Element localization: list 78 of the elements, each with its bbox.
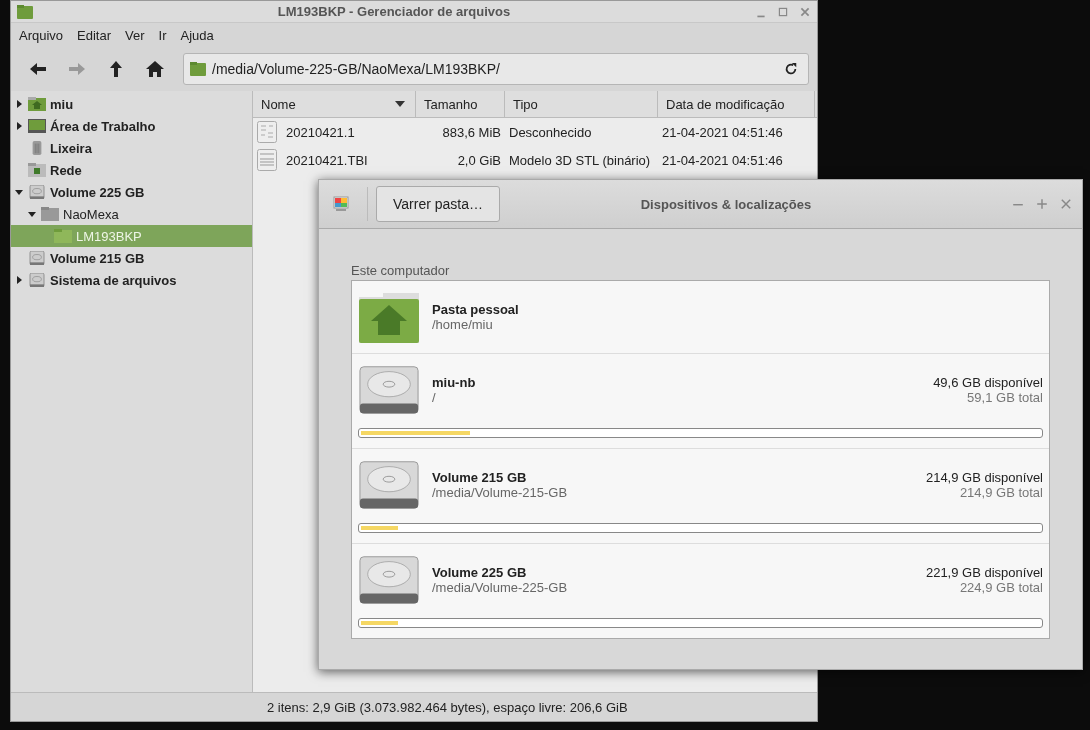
folder-icon	[190, 62, 206, 76]
folder-icon	[41, 207, 59, 221]
sidebar-item[interactable]: Rede	[11, 159, 252, 181]
place-path: /media/Volume-215-GB	[432, 485, 569, 500]
column-header[interactable]: Tipo	[505, 91, 658, 117]
hard-drive-icon	[358, 364, 420, 416]
free-space: 221,9 GB disponível	[925, 565, 1043, 580]
table-cell: 2,0 GiB	[457, 152, 501, 168]
location-field[interactable]: /media/Volume-225-GB/NaoMexa/LM193BKP/	[183, 53, 809, 85]
sidebar-item[interactable]: miu	[11, 93, 252, 115]
menu-item[interactable]: Editar	[77, 27, 112, 43]
sort-arrow-icon	[395, 101, 405, 107]
menu-item[interactable]: Ajuda	[180, 27, 214, 43]
menu-item[interactable]: Ir	[158, 27, 167, 43]
column-header[interactable]: Tamanho	[416, 91, 505, 117]
table-cell: 21-04-2021 04:51:46	[662, 124, 783, 140]
section-label: Este computador	[351, 263, 451, 278]
table-cell: Desconhecido	[509, 124, 592, 140]
hard-drive-icon	[28, 251, 46, 265]
hard-drive-icon	[28, 185, 46, 199]
expanded-arrow-icon[interactable]	[15, 188, 23, 196]
folder-icon	[17, 4, 33, 19]
hard-drive-icon	[358, 554, 420, 606]
collapsed-arrow-icon[interactable]	[15, 122, 23, 130]
hard-drive-icon	[28, 273, 46, 287]
window-title: LM193BKP - Gerenciador de arquivos	[276, 4, 512, 19]
column-header[interactable]: Data de modificação	[658, 91, 815, 117]
binary-file-icon	[257, 121, 277, 143]
home-folder-icon	[28, 97, 46, 111]
place-path: /home/miu	[432, 317, 494, 332]
close-icon[interactable]	[799, 5, 811, 18]
refresh-icon[interactable]	[784, 62, 798, 76]
place-item[interactable]: Volume 225 GB /media/Volume-225-GB 221,9 GB disponível 224,9 GB total	[352, 544, 1049, 638]
collapsed-arrow-icon[interactable]	[15, 100, 23, 108]
menu-item[interactable]: Arquivo	[19, 27, 64, 43]
hard-drive-icon	[358, 459, 420, 511]
sidebar-item[interactable]: Sistema de arquivos	[11, 269, 252, 291]
table-cell: 20210421.TBI	[286, 152, 368, 168]
back-arrow-icon[interactable]	[29, 60, 47, 78]
place-name: Volume 225 GB	[432, 565, 528, 580]
place-name: miu-nb	[432, 375, 477, 390]
home-icon[interactable]	[146, 60, 164, 78]
network-folder-icon	[28, 163, 46, 177]
table-cell: Modelo 3D STL (binário)	[509, 152, 651, 168]
place-name: Volume 215 GB	[432, 470, 528, 485]
sidebar-item[interactable]: Lixeira	[11, 137, 252, 159]
place-item[interactable]: Volume 215 GB /media/Volume-215-GB 214,9 GB disponível 214,9 GB total	[352, 449, 1049, 544]
sidebar-item[interactable]: NaoMexa	[11, 203, 252, 225]
place-item[interactable]: Pasta pessoal /home/miu	[352, 281, 1049, 354]
sidebar-item[interactable]: Volume 215 GB	[11, 247, 252, 269]
status-bar-text: 2 itens: 2,9 GiB (3.073.982.464 bytes), espaço livre: 206,6 GiB	[267, 699, 628, 715]
table-cell: 883,6 MiB	[442, 124, 501, 140]
sidebar-item[interactable]: Volume 225 GB	[11, 181, 252, 203]
collapsed-arrow-icon[interactable]	[15, 276, 23, 284]
expanded-arrow-icon[interactable]	[28, 210, 36, 218]
home-folder-icon	[358, 291, 420, 343]
place-path: /media/Volume-225-GB	[432, 580, 569, 595]
total-space: 59,1 GB total	[967, 390, 1043, 405]
disk-usage-app-icon	[333, 196, 349, 212]
desktop-icon	[28, 119, 46, 133]
folder-icon	[54, 229, 72, 243]
menu-item[interactable]: Ver	[125, 27, 145, 43]
up-arrow-icon[interactable]	[107, 60, 125, 78]
maximize-icon[interactable]	[777, 5, 789, 18]
scan-folder-button[interactable]: Varrer pasta…	[376, 186, 500, 222]
table-cell: 21-04-2021 04:51:46	[662, 152, 783, 168]
column-header[interactable]: Nome	[253, 91, 416, 117]
place-path: /	[432, 390, 437, 405]
place-name: Pasta pessoal	[432, 302, 520, 317]
table-cell: 20210421.1	[286, 124, 355, 140]
free-space: 49,6 GB disponível	[933, 375, 1043, 390]
text-file-icon	[257, 149, 277, 171]
window-title: Dispositivos & localizações	[639, 196, 813, 212]
sidebar-item[interactable]: Área de Trabalho	[11, 115, 252, 137]
place-item[interactable]: miu-nb / 49,6 GB disponível 59,1 GB total	[352, 354, 1049, 449]
total-space: 214,9 GB total	[959, 485, 1043, 500]
free-space: 214,9 GB disponível	[925, 470, 1043, 485]
total-space: 224,9 GB total	[959, 580, 1043, 595]
